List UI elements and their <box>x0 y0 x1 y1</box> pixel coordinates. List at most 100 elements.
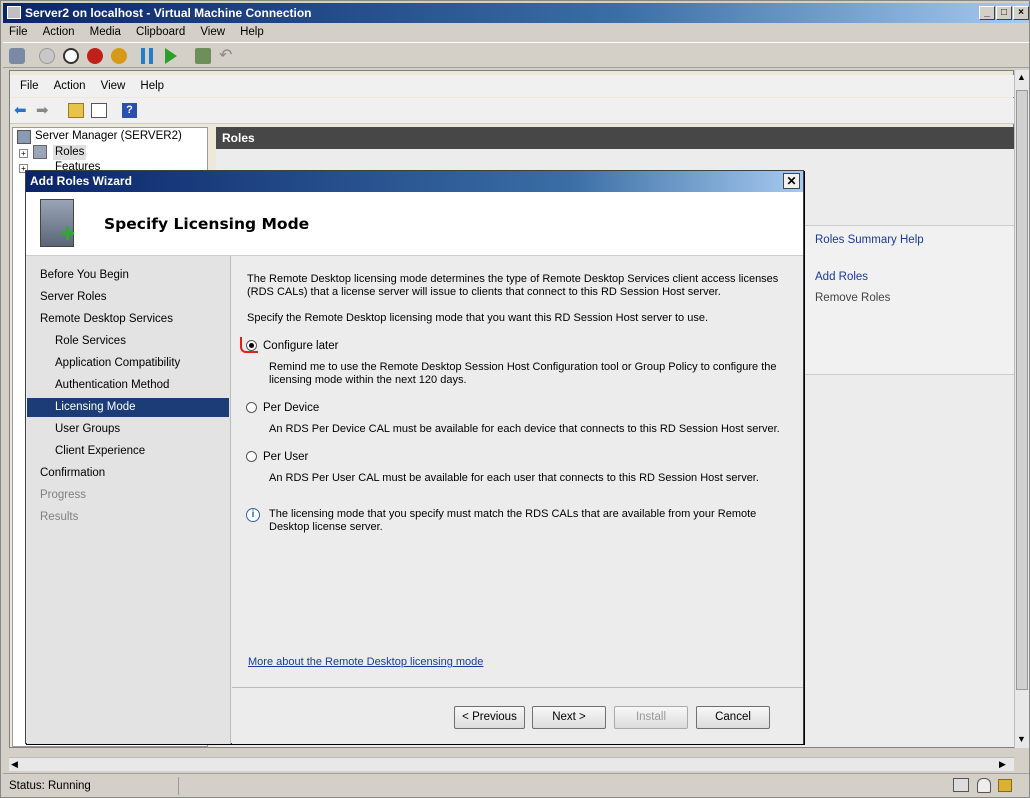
per-device-desc: An RDS Per Device CAL must be available … <box>269 423 780 435</box>
configure-later-desc1: Remind me to use the Remote Desktop Sess… <box>269 361 777 373</box>
scroll-thumb[interactable] <box>1016 90 1028 690</box>
vm-menubar: File Action Media Clipboard View Help <box>3 23 1029 41</box>
expand-icon[interactable]: + <box>19 149 28 158</box>
menu-file[interactable]: File <box>3 23 34 41</box>
start-icon[interactable] <box>39 48 55 64</box>
info-icon: i <box>246 508 260 522</box>
server-manager-icon <box>17 130 31 144</box>
step-before-you-begin[interactable]: Before You Begin <box>27 266 229 285</box>
scroll-left-icon[interactable]: ◀ <box>11 759 18 770</box>
per-user-desc: An RDS Per User CAL must be available fo… <box>269 472 759 484</box>
server-manager-toolbar: ⬅ ➡ ? <box>10 98 1015 124</box>
menu-clipboard[interactable]: Clipboard <box>130 23 191 41</box>
per-user-label[interactable]: Per User <box>263 451 308 464</box>
sm-menu-action[interactable]: Action <box>48 75 92 97</box>
add-roles-link[interactable]: Add Roles <box>815 271 868 283</box>
window-titlebar: Server2 on localhost - Virtual Machine C… <box>3 3 1029 23</box>
up-folder-icon[interactable] <box>68 103 84 118</box>
pause-icon[interactable] <box>141 48 153 64</box>
step-role-services[interactable]: Role Services <box>27 332 229 351</box>
wizard-content: The Remote Desktop licensing mode determ… <box>232 256 803 686</box>
vm-app-icon <box>7 6 21 19</box>
save-state-icon[interactable] <box>111 48 127 64</box>
minimize-button[interactable]: _ <box>979 6 995 20</box>
status-bar: Status: Running <box>3 773 1029 797</box>
vm-toolbar: ↶ <box>3 42 1029 68</box>
roles-header: Roles <box>216 127 1015 149</box>
menu-help[interactable]: Help <box>234 23 270 41</box>
step-licensing-mode[interactable]: Licensing Mode <box>27 398 229 417</box>
intro-text-line1: The Remote Desktop licensing mode determ… <box>247 273 779 285</box>
wizard-header: + Specify Licensing Mode <box>26 192 803 256</box>
wizard-title: Add Roles Wizard <box>30 174 132 188</box>
tree-item-roles[interactable]: Roles <box>53 145 87 160</box>
shut-down-icon[interactable] <box>87 48 103 64</box>
step-client-experience[interactable]: Client Experience <box>27 442 229 461</box>
previous-button[interactable]: < Previous <box>454 706 525 729</box>
sm-menu-file[interactable]: File <box>14 75 45 97</box>
show-hide-tree-icon[interactable] <box>91 103 107 118</box>
scroll-up-icon[interactable]: ▲ <box>1017 72 1026 82</box>
close-button[interactable]: × <box>1013 6 1029 20</box>
step-progress: Progress <box>40 489 87 501</box>
info-text-line2: Desktop license server. <box>269 521 383 533</box>
next-button[interactable]: Next > <box>532 706 606 729</box>
wizard-titlebar: Add Roles Wizard ✕ <box>26 171 803 192</box>
snapshot-icon[interactable] <box>195 48 211 64</box>
menu-action[interactable]: Action <box>37 23 81 41</box>
wizard-footer: < Previous Next > Install Cancel <box>232 687 803 744</box>
step-server-roles[interactable]: Server Roles <box>27 288 229 307</box>
lock-icon <box>998 779 1012 792</box>
configure-later-radio[interactable] <box>246 340 257 351</box>
plus-icon: + <box>60 218 76 248</box>
server-manager-menubar: File Action View Help <box>10 75 1015 97</box>
roles-summary-help-link[interactable]: Roles Summary Help <box>815 234 924 246</box>
status-text: Status: Running <box>9 780 91 792</box>
turn-off-icon[interactable] <box>63 48 79 64</box>
scroll-right-icon[interactable]: ▶ <box>999 759 1006 770</box>
wizard-steps: Before You Begin Server Roles Remote Des… <box>27 256 231 744</box>
per-user-radio[interactable] <box>246 451 257 462</box>
window-title: Server2 on localhost - Virtual Machine C… <box>25 6 312 20</box>
back-arrow-icon[interactable]: ⬅ <box>14 103 27 118</box>
step-user-groups[interactable]: User Groups <box>27 420 229 439</box>
step-authentication-method[interactable]: Authentication Method <box>27 376 229 395</box>
step-application-compatibility[interactable]: Application Compatibility <box>27 354 229 373</box>
forward-arrow-icon[interactable]: ➡ <box>36 103 49 118</box>
wizard-close-button[interactable]: ✕ <box>783 173 800 189</box>
configure-later-label[interactable]: Configure later <box>263 340 338 353</box>
mouse-icon <box>977 778 991 793</box>
per-device-label[interactable]: Per Device <box>263 402 319 415</box>
add-roles-wizard: Add Roles Wizard ✕ + Specify Licensing M… <box>25 170 804 744</box>
actions-pane: Roles Summary Help Add Roles Remove Role… <box>795 225 1015 375</box>
sm-menu-view[interactable]: View <box>95 75 132 97</box>
resume-icon[interactable] <box>165 48 177 64</box>
specify-text: Specify the Remote Desktop licensing mod… <box>247 312 708 324</box>
vertical-scrollbar[interactable]: ▲ ▼ <box>1014 70 1029 748</box>
install-button: Install <box>614 706 688 729</box>
ctrl-alt-del-icon[interactable] <box>9 48 25 64</box>
roles-icon <box>33 145 47 159</box>
scroll-down-icon[interactable]: ▼ <box>1017 734 1026 744</box>
remove-roles-link[interactable]: Remove Roles <box>815 292 890 304</box>
help-icon[interactable]: ? <box>122 103 137 118</box>
keyboard-icon <box>953 778 969 792</box>
maximize-button[interactable]: □ <box>996 6 1012 20</box>
cancel-button[interactable]: Cancel <box>696 706 770 729</box>
tree-root[interactable]: Server Manager (SERVER2) <box>35 129 182 144</box>
sm-menu-help[interactable]: Help <box>134 75 170 97</box>
menu-view[interactable]: View <box>194 23 231 41</box>
step-remote-desktop-services[interactable]: Remote Desktop Services <box>27 310 229 329</box>
step-confirmation[interactable]: Confirmation <box>27 464 229 483</box>
step-results: Results <box>40 511 79 523</box>
menu-media[interactable]: Media <box>84 23 127 41</box>
more-about-licensing-link[interactable]: More about the Remote Desktop licensing … <box>248 656 483 668</box>
configure-later-desc2: licensing mode within the next 120 days. <box>269 374 467 386</box>
per-device-radio[interactable] <box>246 402 257 413</box>
horizontal-scrollbar[interactable]: ◀ ▶ <box>9 757 1014 771</box>
vm-connection-window: Server2 on localhost - Virtual Machine C… <box>0 0 1030 798</box>
wizard-heading: Specify Licensing Mode <box>104 215 310 233</box>
revert-icon[interactable]: ↶ <box>219 48 235 64</box>
info-text-line1: The licensing mode that you specify must… <box>269 508 757 520</box>
intro-text-line2: (RDS CALs) that a license server will is… <box>247 286 721 298</box>
